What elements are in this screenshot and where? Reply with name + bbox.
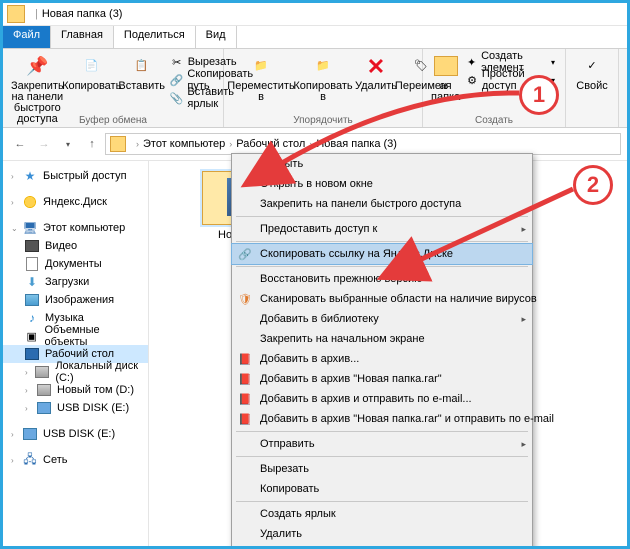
- copy-button[interactable]: 📄 Копировать: [66, 51, 118, 92]
- archive-icon: 📕: [238, 372, 252, 386]
- ctx-scan-virus[interactable]: 🛡Сканировать выбранные области на наличи…: [232, 289, 532, 309]
- sidebar-pictures[interactable]: Изображения: [3, 291, 148, 309]
- props-icon: ✓: [579, 53, 605, 79]
- titlebar: | Новая папка (3): [3, 3, 627, 26]
- paste-button[interactable]: 📋 Вставить: [118, 51, 166, 92]
- tab-view[interactable]: Вид: [196, 26, 237, 48]
- star-icon: ★: [23, 169, 37, 183]
- scissors-icon: ✂: [170, 55, 184, 69]
- folder-icon: [7, 5, 25, 23]
- ctx-create-shortcut[interactable]: Создать ярлык: [232, 504, 532, 524]
- callout-2: 2: [573, 165, 613, 205]
- shortcut-icon: 📎: [170, 91, 184, 105]
- copy-icon: 📄: [79, 53, 105, 79]
- sidebar-3d-objects[interactable]: ▣Объемные объекты: [3, 327, 148, 345]
- download-icon: ⬇: [25, 275, 39, 289]
- usb-icon: [37, 401, 51, 415]
- image-icon: [25, 293, 39, 307]
- nav-back-button[interactable]: ←: [9, 133, 31, 155]
- arrow-1: [263, 81, 523, 181]
- copy-label: Копировать: [62, 81, 121, 92]
- nav-history-button[interactable]: ▾: [57, 133, 79, 155]
- sidebar-yandex-disk[interactable]: ›Яндекс.Диск: [3, 193, 148, 211]
- delete-x-icon: ✕: [363, 53, 389, 79]
- ctx-archive-rar-email[interactable]: 📕Добавить в архив "Новая папка.rar" и от…: [232, 409, 532, 429]
- crumb-pc[interactable]: Этот компьютер: [143, 138, 225, 150]
- ctx-add-rar[interactable]: 📕Добавить в архив "Новая папка.rar": [232, 369, 532, 389]
- newfolder-icon: [433, 53, 459, 79]
- nav-forward-button[interactable]: →: [33, 133, 55, 155]
- ctx-delete[interactable]: Удалить: [232, 524, 532, 544]
- chevron-right-icon: ▸: [521, 439, 526, 450]
- ctx-add-library[interactable]: Добавить в библиотеку▸: [232, 309, 532, 329]
- link-icon: 🔗: [238, 247, 252, 261]
- video-icon: [25, 239, 39, 253]
- paste-label: Вставить: [118, 81, 165, 92]
- title-separator: |: [35, 8, 38, 20]
- sidebar-documents[interactable]: Документы: [3, 255, 148, 273]
- copyto-icon: 📁: [310, 53, 336, 79]
- network-icon: 🖧: [23, 453, 37, 467]
- ctx-copy[interactable]: Копировать: [232, 479, 532, 499]
- tab-share[interactable]: Поделиться: [114, 26, 196, 48]
- pc-icon: 🖥: [23, 221, 37, 235]
- ctx-add-archive[interactable]: 📕Добавить в архив...: [232, 349, 532, 369]
- desktop-icon: [25, 347, 39, 361]
- sidebar-this-pc[interactable]: ⌄🖥Этот компьютер: [3, 219, 148, 237]
- sidebar-disk-c[interactable]: ›Локальный диск (C:): [3, 363, 148, 381]
- chevron-right-icon: ›: [136, 139, 139, 149]
- newitem-icon: ✦: [466, 55, 477, 69]
- sidebar-disk-d[interactable]: ›Новый том (D:): [3, 381, 148, 399]
- moveto-icon: 📁: [248, 53, 274, 79]
- usb-icon: [23, 427, 37, 441]
- paste-icon: 📋: [129, 53, 155, 79]
- ctx-pin-start[interactable]: Закрепить на начальном экране: [232, 329, 532, 349]
- sidebar-videos[interactable]: Видео: [3, 237, 148, 255]
- archive-icon: 📕: [238, 352, 252, 366]
- path-icon: 🔗: [170, 73, 184, 87]
- ribbon-tabs: Файл Главная Поделиться Вид: [3, 26, 627, 49]
- props-label: Свойс: [576, 81, 607, 92]
- sidebar-disk-e[interactable]: ›USB DISK (E:): [3, 399, 148, 417]
- sidebar-downloads[interactable]: ⬇Загрузки: [3, 273, 148, 291]
- tab-home[interactable]: Главная: [51, 26, 114, 48]
- music-icon: ♪: [25, 311, 39, 325]
- properties-button[interactable]: ✓ Свойс: [572, 51, 612, 92]
- pin-quickaccess-button[interactable]: 📌 Закрепить на панели быстрого доступа: [9, 51, 66, 125]
- callout-1: 1: [519, 75, 559, 115]
- nav-up-button[interactable]: ↑: [81, 133, 103, 155]
- objects-icon: ▣: [25, 329, 39, 343]
- navigation-pane: ›★Быстрый доступ ›Яндекс.Диск ⌄🖥Этот ком…: [3, 161, 149, 549]
- ctx-cut[interactable]: Вырезать: [232, 459, 532, 479]
- tab-file[interactable]: Файл: [3, 26, 51, 48]
- document-icon: [25, 257, 39, 271]
- pin-icon: 📌: [24, 53, 50, 79]
- archive-icon: 📕: [238, 412, 252, 426]
- ctx-send-to[interactable]: Отправить▸: [232, 434, 532, 454]
- disk-icon: [37, 383, 51, 397]
- arrow-2: [403, 183, 583, 273]
- chevron-right-icon: ▸: [521, 314, 526, 325]
- archive-icon: 📕: [238, 392, 252, 406]
- chevron-right-icon: ›: [229, 139, 232, 149]
- window-title: Новая папка (3): [42, 8, 123, 20]
- sidebar-quick-access[interactable]: ›★Быстрый доступ: [3, 167, 148, 185]
- group-clipboard-label: Буфер обмена: [3, 115, 223, 126]
- ctx-archive-email[interactable]: 📕Добавить в архив и отправить по e-mail.…: [232, 389, 532, 409]
- sidebar-network[interactable]: ›🖧Сеть: [3, 451, 148, 469]
- sidebar-usb[interactable]: ›USB DISK (E:): [3, 425, 148, 443]
- shield-icon: 🛡: [238, 292, 252, 306]
- yandex-disk-icon: [23, 195, 37, 209]
- disk-icon: [35, 365, 49, 379]
- breadcrumb-folder-icon: [110, 136, 126, 152]
